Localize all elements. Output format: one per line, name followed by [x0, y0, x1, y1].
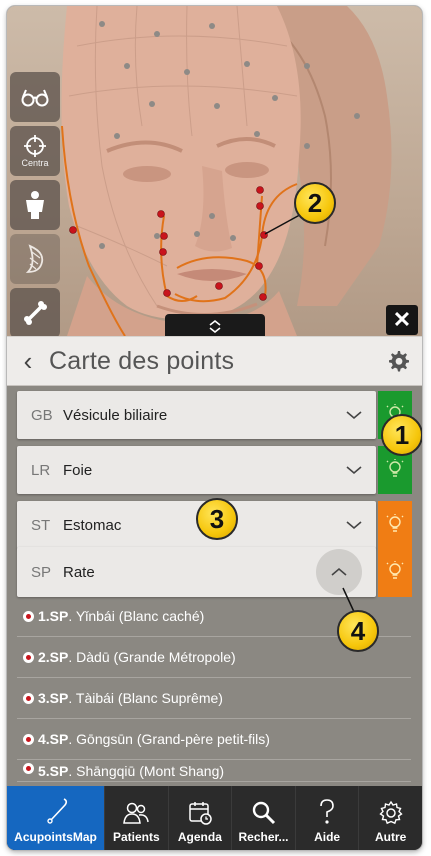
close-icon: ✕ — [392, 307, 412, 332]
viewer-toolbar: Centra — [10, 72, 64, 336]
expand-button[interactable] — [332, 520, 376, 530]
point-map-panel: ‹ Carte des points GB Vésicule biliaire — [7, 336, 422, 782]
meridian-box: GB Vésicule biliaire — [17, 391, 376, 439]
gear-icon — [379, 800, 403, 825]
tab-search[interactable]: Recher... — [231, 786, 295, 850]
tab-agenda[interactable]: Agenda — [167, 786, 232, 850]
meridian-name: Rate — [63, 563, 95, 581]
bone-icon — [24, 301, 47, 325]
highlight-toggle[interactable] — [378, 501, 412, 549]
point-marker-icon — [23, 651, 34, 663]
needle-icon — [46, 798, 67, 824]
lightbulb-icon — [386, 514, 404, 532]
point-marker-icon — [23, 610, 34, 622]
point-marker-icon — [23, 692, 34, 704]
lightbulb-icon — [386, 459, 404, 477]
body-layer-button[interactable] — [10, 180, 60, 230]
highlight-toggle[interactable] — [378, 547, 412, 597]
meridian-box: SP Rate — [17, 547, 376, 597]
point-name: . Tàibái (Blanc Suprême) — [68, 690, 223, 706]
expand-button[interactable] — [332, 410, 376, 420]
point-code: 1.SP — [38, 608, 69, 624]
tab-bar: AcupointsMap Patients Agenda Recher... A… — [7, 786, 422, 850]
expand-button[interactable] — [332, 465, 376, 475]
center-button-label: Centra — [21, 158, 49, 168]
glasses-icon — [21, 89, 49, 107]
collapse-button[interactable] — [316, 549, 362, 595]
muscle-layer-button[interactable] — [10, 234, 60, 284]
page-title: Carte des points — [49, 346, 235, 375]
callout-3: 3 — [196, 498, 238, 540]
meridian-code: ST — [31, 516, 51, 534]
app-window: Centra ✕ 2 ‹ Carte des points GB Vésicul… — [7, 6, 422, 850]
center-button[interactable]: Centra — [10, 126, 60, 176]
point-name: . Shāngqiū (Mont Shang) — [68, 763, 225, 779]
search-icon — [252, 801, 275, 825]
tab-patients[interactable]: Patients — [104, 786, 168, 850]
bone-layer-button[interactable] — [10, 288, 60, 336]
point-code: 4.SP — [38, 731, 69, 747]
list-item[interactable]: 3.SP . Tàibái (Blanc Suprême) — [17, 678, 411, 719]
list-item[interactable]: 4.SP . Gōngsūn (Grand-père petit-fils) — [17, 719, 411, 760]
meridian-name: Foie — [63, 461, 93, 479]
gear-icon — [389, 351, 409, 372]
point-code: 5.SP — [38, 763, 69, 779]
point-name: . Yǐnbái (Blanc caché) — [68, 608, 205, 624]
crosshair-icon — [24, 135, 46, 157]
point-marker-icon — [23, 733, 34, 745]
point-code: 2.SP — [38, 649, 69, 665]
meridian-row-lr[interactable]: LR Foie — [17, 446, 412, 494]
tab-acupointsmap[interactable]: AcupointsMap — [7, 786, 105, 850]
back-button[interactable]: ‹ — [7, 336, 49, 386]
expand-chevrons-icon — [209, 319, 221, 333]
meridian-code: LR — [31, 461, 51, 479]
lightbulb-icon — [386, 561, 404, 579]
close-panel-button[interactable]: ✕ — [386, 305, 418, 335]
patients-icon — [123, 802, 150, 824]
head-model — [61, 6, 392, 336]
view-mode-button[interactable] — [10, 72, 60, 122]
point-code: 3.SP — [38, 690, 69, 706]
callout-2: 2 — [294, 182, 336, 224]
muscle-icon — [25, 244, 44, 273]
tab-other[interactable]: Autre — [358, 786, 422, 850]
list-item[interactable]: 5.SP . Shāngqiū (Mont Shang) — [17, 760, 411, 782]
chevron-down-icon — [346, 466, 362, 475]
chevron-left-icon: ‹ — [23, 346, 33, 376]
meridian-box: LR Foie — [17, 446, 376, 494]
meridian-row-sp[interactable]: SP Rate — [17, 547, 412, 597]
meridian-code: GB — [31, 406, 53, 424]
point-name: . Gōngsūn (Grand-père petit-fils) — [68, 731, 270, 747]
body-icon — [26, 191, 44, 219]
chevron-down-icon — [346, 521, 362, 530]
settings-button[interactable] — [374, 349, 422, 373]
calendar-icon — [189, 802, 212, 825]
help-icon — [320, 799, 334, 824]
point-name: . Dàdū (Grande Métropole) — [68, 649, 236, 665]
panel-header: ‹ Carte des points — [7, 336, 422, 386]
callout-1: 1 — [381, 414, 422, 456]
tab-help[interactable]: Aide — [294, 786, 359, 850]
meridian-name: Vésicule biliaire — [63, 406, 168, 424]
anatomy-3d-viewer[interactable]: Centra ✕ 2 — [7, 6, 422, 336]
chevron-up-icon — [331, 567, 347, 576]
panel-drag-handle[interactable] — [165, 314, 265, 336]
point-marker-icon — [23, 763, 34, 774]
meridian-row-gb[interactable]: GB Vésicule biliaire — [17, 391, 412, 439]
chevron-down-icon — [346, 411, 362, 420]
callout-4: 4 — [337, 610, 379, 652]
meridian-code: SP — [31, 563, 52, 581]
